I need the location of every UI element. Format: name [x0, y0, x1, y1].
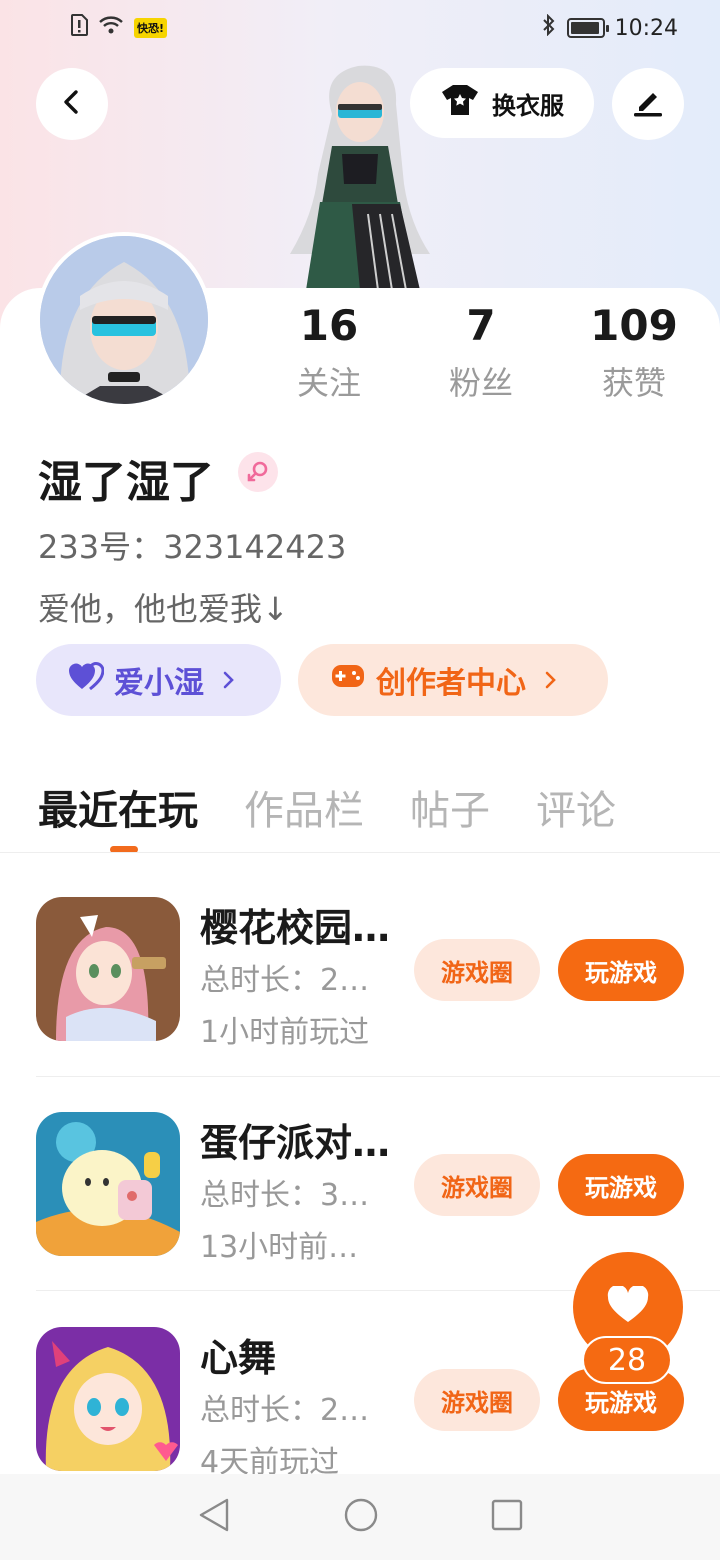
followers-label: 粉丝	[448, 364, 513, 402]
user-bio: 爱他，他也爱我↓	[38, 590, 289, 628]
stat-following[interactable]: 16 关注	[254, 300, 404, 404]
system-nav-bar	[0, 1474, 720, 1560]
likes-label: 获赞	[601, 364, 666, 402]
like-count-badge: 28	[582, 1336, 672, 1384]
clock: 10:24	[614, 15, 678, 41]
female-icon	[238, 452, 278, 492]
nav-home-icon[interactable]	[343, 1497, 379, 1537]
change-outfit-label: 换衣服	[492, 91, 564, 120]
game-title: 心舞	[200, 1336, 277, 1380]
game-title: 樱花校园…	[200, 906, 391, 950]
avatar[interactable]	[36, 232, 212, 408]
chevron-right-icon	[222, 663, 236, 698]
nav-back-icon[interactable]	[197, 1497, 231, 1537]
back-button[interactable]	[36, 68, 108, 140]
game-circle-button[interactable]: 游戏圈	[414, 939, 540, 1001]
profile-tabs: 最近在玩 作品栏 帖子 评论	[38, 778, 698, 838]
tab-posts[interactable]: 帖子	[410, 778, 490, 838]
edit-pen-icon	[631, 85, 665, 123]
game-duration: 总时长：3…	[200, 1178, 370, 1213]
app-notification-badge: 快恐!	[134, 18, 168, 38]
divider	[0, 852, 720, 853]
back-arrow-icon	[58, 88, 86, 120]
tab-comments[interactable]: 评论	[536, 778, 616, 838]
game-last-played: 13小时前…	[200, 1230, 359, 1265]
chevron-right-icon	[544, 663, 558, 698]
following-label: 关注	[296, 364, 361, 402]
game-last-played: 1小时前玩过	[200, 1015, 370, 1050]
play-game-button[interactable]: 玩游戏	[558, 1154, 684, 1216]
game-circle-button[interactable]: 游戏圈	[414, 1369, 540, 1431]
game-duration: 总时长：2…	[200, 963, 370, 998]
play-game-button[interactable]: 玩游戏	[558, 939, 684, 1001]
tshirt-icon	[440, 83, 480, 123]
heart-icon	[68, 661, 105, 699]
game-icon-sakura-school[interactable]	[36, 897, 180, 1041]
edit-profile-button[interactable]	[612, 68, 684, 140]
list-item[interactable]: 樱花校园… 总时长：2… 1小时前玩过 游戏圈 玩游戏	[0, 897, 720, 1111]
change-outfit-button[interactable]: 换衣服	[410, 68, 594, 138]
wifi-icon	[98, 15, 124, 41]
gamepad-icon	[330, 662, 366, 698]
sim-alert-icon	[70, 14, 88, 42]
love-chip[interactable]: 爱小湿	[36, 644, 281, 716]
creator-center-chip[interactable]: 创作者中心	[298, 644, 608, 716]
battery-icon	[566, 18, 609, 38]
stat-followers[interactable]: 7 粉丝	[406, 300, 556, 404]
game-circle-button[interactable]: 游戏圈	[414, 1154, 540, 1216]
game-icon-heart-dance[interactable]	[36, 1327, 180, 1471]
love-chip-label: 爱小湿	[114, 666, 204, 701]
likes-count: 109	[590, 301, 678, 350]
username: 湿了湿了	[38, 457, 214, 508]
game-title: 蛋仔派对…	[200, 1121, 391, 1165]
following-count: 16	[299, 301, 359, 350]
heart-icon	[606, 1284, 650, 1328]
followers-count: 7	[466, 301, 496, 350]
creator-center-label: 创作者中心	[376, 666, 526, 701]
nav-recents-icon[interactable]	[491, 1499, 523, 1535]
status-bar: 快恐! 10:24	[0, 0, 720, 56]
tab-recently-played[interactable]: 最近在玩	[38, 778, 198, 838]
tab-works[interactable]: 作品栏	[244, 778, 364, 838]
game-duration: 总时长：2…	[200, 1393, 370, 1428]
divider	[36, 1076, 720, 1077]
stat-likes[interactable]: 109 获赞	[559, 300, 709, 404]
bluetooth-icon	[541, 13, 557, 42]
game-icon-eggy-party[interactable]	[36, 1112, 180, 1256]
user-id: 233号：323142423	[38, 528, 347, 566]
